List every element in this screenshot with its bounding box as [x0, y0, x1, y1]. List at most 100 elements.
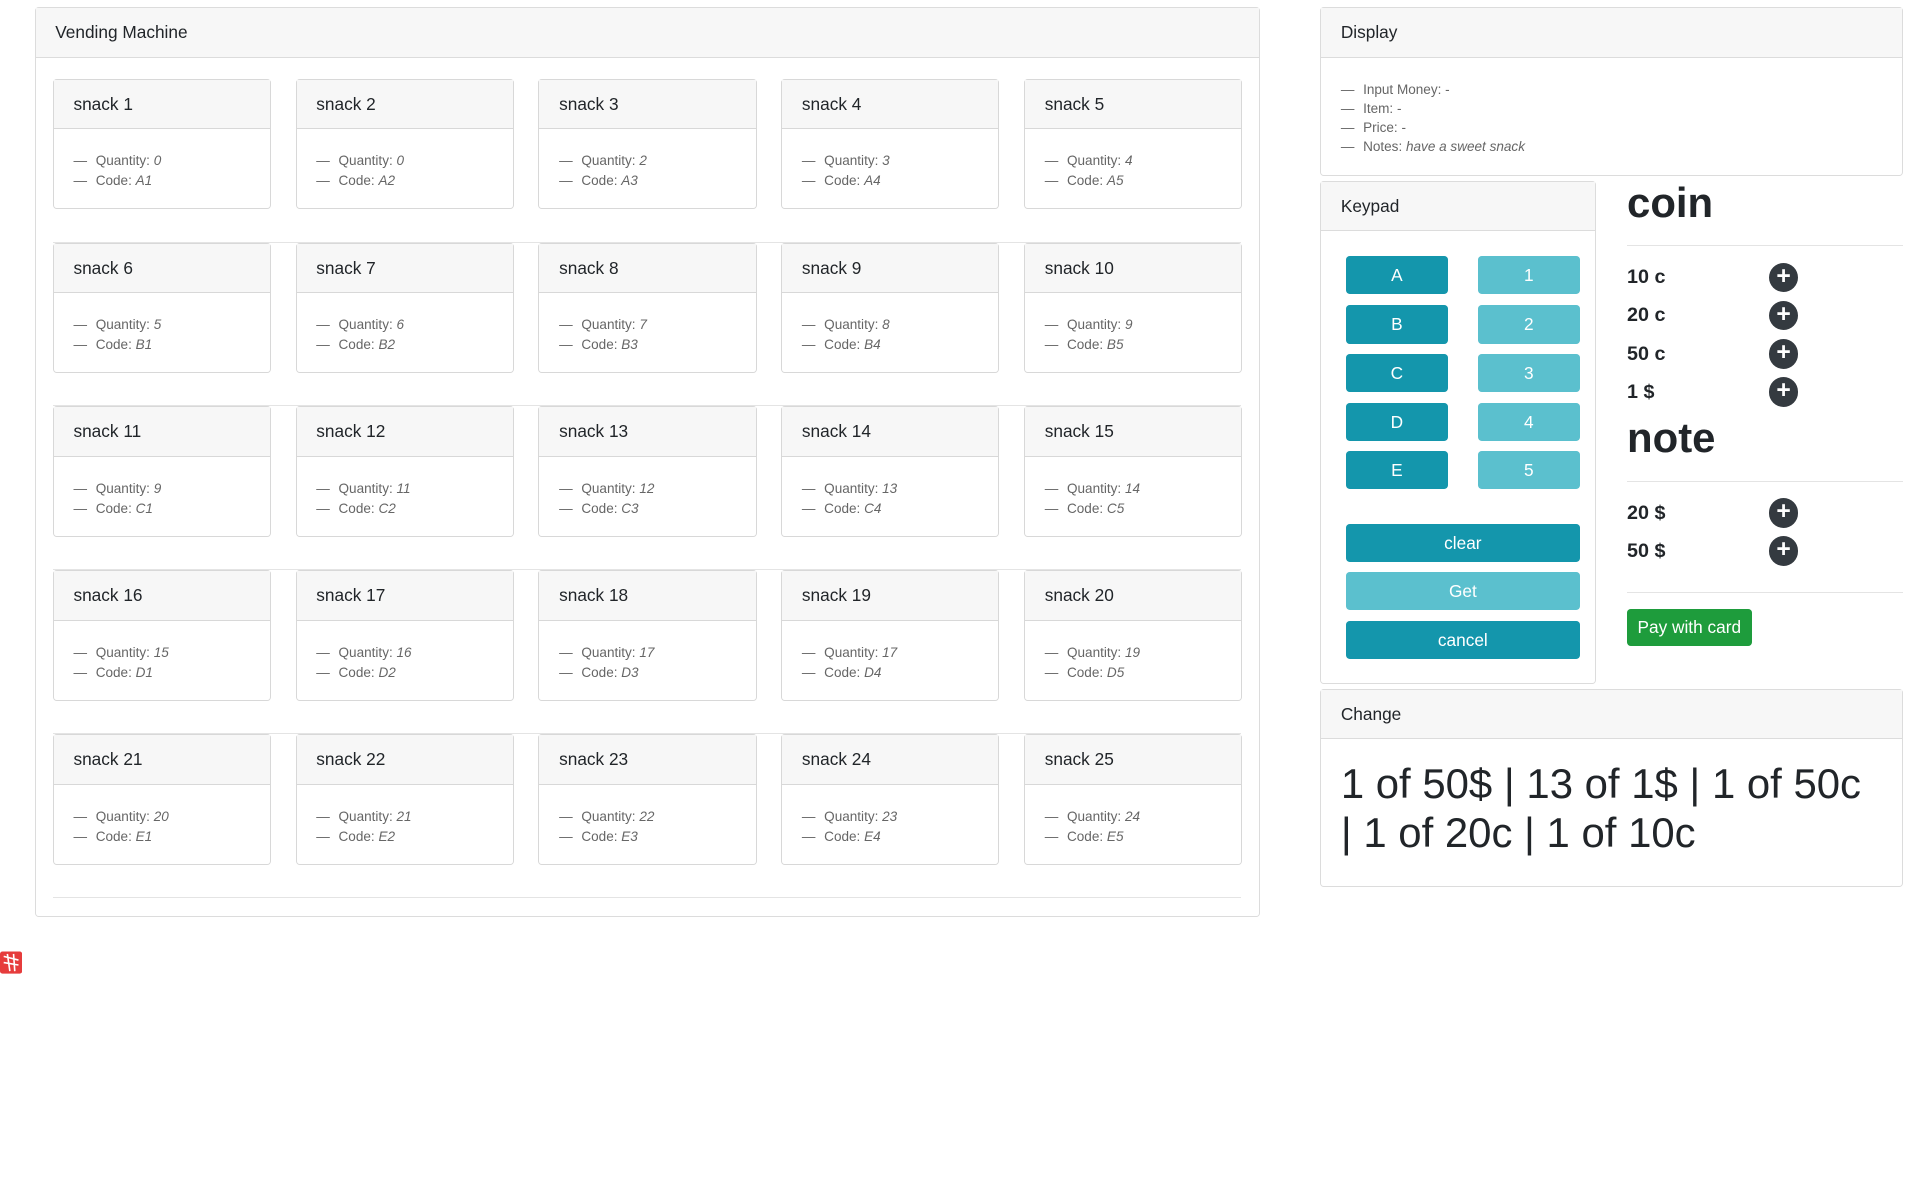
- cancel-button[interactable]: cancel: [1345, 620, 1580, 660]
- snack-details: — Quantity: 8 — Code: B4: [782, 293, 998, 355]
- display-panel: Display — Input Money: - — Item: - — Pri…: [1320, 7, 1904, 177]
- snack-name: snack 3: [539, 79, 756, 129]
- keypad-panel: Keypad A 1 B 2 C 3 D 4 E 5 clear Get can…: [1320, 181, 1597, 685]
- add-10c-plus-icon[interactable]: +: [1768, 262, 1799, 293]
- snack-quantity: — Quantity: 3: [801, 153, 890, 169]
- snack-details: — Quantity: 15 — Code: D1: [54, 621, 270, 683]
- snack-name: snack 8: [539, 243, 756, 293]
- key-3-button[interactable]: 3: [1477, 353, 1580, 392]
- snack-code: — Code: A2: [316, 172, 396, 188]
- snack-card: snack 18 — Quantity: 17 — Code: D3: [538, 570, 757, 702]
- snack-details: — Quantity: 0 — Code: A2: [297, 129, 513, 191]
- get-button[interactable]: Get: [1345, 571, 1580, 610]
- snack-quantity: — Quantity: 20: [73, 808, 169, 824]
- snack-name: snack 10: [1025, 243, 1242, 293]
- snack-quantity: — Quantity: 22: [559, 808, 655, 824]
- coin-divider: [1627, 245, 1904, 247]
- snack-code: — Code: E2: [316, 828, 396, 844]
- snack-card: snack 8 — Quantity: 7 — Code: B3: [538, 242, 757, 374]
- snack-card: snack 10 — Quantity: 9 — Code: B5: [1024, 242, 1243, 374]
- snack-card: snack 4 — Quantity: 3 — Code: A4: [781, 78, 1000, 210]
- snack-quantity: — Quantity: 23: [801, 808, 898, 824]
- key-1-button[interactable]: 1: [1477, 256, 1580, 295]
- snack-code: — Code: E4: [801, 828, 881, 844]
- snack-quantity: — Quantity: 16: [316, 644, 412, 660]
- snack-quantity: — Quantity: 11: [316, 480, 411, 496]
- snack-details: — Quantity: 24 — Code: E5: [1025, 785, 1241, 847]
- change-amount: 1 of 50$ | 13 of 1$ | 1 of 50c | 1 of 20…: [1340, 760, 1862, 857]
- snack-code: — Code: D2: [316, 664, 396, 680]
- key-a-button[interactable]: A: [1345, 256, 1449, 295]
- snack-code: — Code: A4: [801, 172, 881, 188]
- snack-row: snack 6— Quantity: 5— Code: B1 snack 7— Q…: [52, 242, 1243, 407]
- snack-code: — Code: D1: [73, 664, 153, 680]
- snack-name: snack 17: [296, 571, 513, 621]
- snack-code: — Code: C4: [801, 500, 882, 516]
- snack-quantity: — Quantity: 5: [73, 317, 162, 333]
- snack-card: snack 22 — Quantity: 21 — Code: E2: [295, 734, 514, 865]
- snack-code: — Code: B5: [1044, 336, 1124, 352]
- key-2-button[interactable]: 2: [1477, 305, 1580, 344]
- snack-code: — Code: B4: [801, 336, 881, 352]
- key-e-button[interactable]: E: [1345, 450, 1449, 490]
- snack-code: — Code: A3: [559, 172, 638, 188]
- snack-quantity: — Quantity: 4: [1044, 153, 1133, 169]
- snack-card: snack 25 — Quantity: 24 — Code: E5: [1024, 734, 1243, 865]
- add-20c-plus-icon[interactable]: +: [1768, 300, 1799, 331]
- coin-heading: coin: [1627, 178, 1714, 226]
- snack-code: — Code: D5: [1044, 664, 1125, 680]
- snack-details: — Quantity: 19 — Code: D5: [1025, 621, 1241, 683]
- key-d-button[interactable]: D: [1345, 402, 1449, 442]
- snack-name: snack 21: [53, 735, 270, 785]
- pay-with-card-button[interactable]: Pay with card: [1627, 608, 1752, 646]
- display-input-money: — Input Money: -: [1340, 81, 1450, 97]
- snack-card: snack 17 — Quantity: 16 — Code: D2: [295, 570, 514, 702]
- display-notes: — Notes: have a sweet snack: [1340, 139, 1525, 155]
- snack-details: — Quantity: 5 — Code: B1: [54, 293, 270, 355]
- key-4-button[interactable]: 4: [1477, 402, 1580, 442]
- snack-code: — Code: A5: [1044, 172, 1124, 188]
- clear-button[interactable]: clear: [1345, 523, 1580, 562]
- snack-name: snack 16: [53, 571, 270, 621]
- snack-code: — Code: C1: [73, 500, 153, 516]
- snack-quantity: — Quantity: 6: [316, 317, 405, 333]
- snack-name: snack 4: [782, 79, 999, 129]
- snack-quantity: — Quantity: 9: [1044, 317, 1133, 333]
- key-b-button[interactable]: B: [1345, 305, 1449, 344]
- snack-grid: snack 1— Quantity: 0— Code: A1 snack 2— Q…: [52, 78, 1243, 899]
- snack-details: — Quantity: 7 — Code: B3: [539, 293, 755, 355]
- snack-code: — Code: C5: [1044, 500, 1125, 516]
- snack-card: snack 23 — Quantity: 22 — Code: E3: [538, 734, 757, 865]
- snack-code: — Code: E1: [73, 828, 153, 844]
- vending-machine-title: Vending Machine: [35, 8, 1259, 58]
- add-50c-plus-icon[interactable]: +: [1768, 338, 1799, 369]
- display-item: — Item: -: [1340, 100, 1402, 116]
- display-price: — Price: -: [1340, 120, 1406, 136]
- note-50-dollar-label: 50 $: [1627, 539, 1666, 562]
- snack-card: snack 13 — Quantity: 12 — Code: C3: [538, 406, 757, 538]
- add-1-dollar-plus-icon[interactable]: +: [1768, 377, 1799, 407]
- snack-quantity: — Quantity: 8: [801, 317, 890, 333]
- snack-name: snack 2: [296, 79, 513, 129]
- snack-card: snack 5 — Quantity: 4 — Code: A5: [1024, 78, 1243, 210]
- snack-name: snack 25: [1025, 735, 1242, 785]
- add-20-dollar-plus-icon[interactable]: +: [1768, 497, 1799, 528]
- snack-details: — Quantity: 13 — Code: C4: [782, 457, 998, 519]
- snack-name: snack 6: [53, 243, 270, 293]
- snack-card: snack 2 — Quantity: 0 — Code: A2: [295, 78, 514, 210]
- snack-code: — Code: D4: [801, 664, 882, 680]
- snack-code: — Code: A1: [73, 172, 153, 188]
- add-50-dollar-plus-icon[interactable]: +: [1768, 536, 1799, 566]
- snack-details: — Quantity: 17 — Code: D4: [782, 621, 998, 683]
- key-5-button[interactable]: 5: [1477, 450, 1580, 490]
- coin-10c-label: 10 c: [1627, 266, 1666, 289]
- snack-card: snack 11 — Quantity: 9 — Code: C1: [52, 406, 271, 538]
- payment-divider: [1627, 591, 1904, 593]
- snack-details: — Quantity: 20 — Code: E1: [54, 785, 270, 847]
- snack-name: snack 22: [296, 735, 513, 785]
- snack-card: snack 19 — Quantity: 17 — Code: D4: [781, 570, 1000, 702]
- key-c-button[interactable]: C: [1345, 353, 1449, 392]
- snack-details: — Quantity: 9 — Code: C1: [54, 457, 270, 519]
- snack-quantity: — Quantity: 13: [801, 480, 898, 496]
- snack-card: snack 24 — Quantity: 23 — Code: E4: [781, 734, 1000, 865]
